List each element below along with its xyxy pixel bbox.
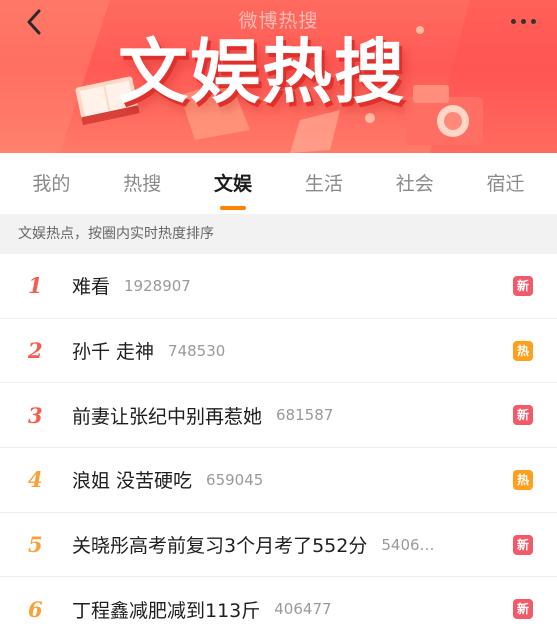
tab-entertainment[interactable]: 文娱 [193,170,273,210]
heat-count: 5406… [381,535,435,554]
list-item[interactable]: 1 难看 1928907 新 [0,254,557,319]
list-item[interactable]: 3 前妻让张纪中别再惹她 681587 新 [0,383,557,449]
heat-count: 1928907 [124,276,191,295]
rank-number: 1 [28,273,43,299]
rank-number: 5 [28,532,43,558]
list-item[interactable]: 5 关晓彤高考前复习3个月考了552分 5406… 新 [0,513,557,578]
item-title: 孙千 走神 [72,341,155,364]
more-button[interactable] [501,6,545,36]
list-item[interactable]: 4 浪姐 没苦硬吃 659045 热 [0,448,557,513]
tab-society[interactable]: 社会 [375,170,455,198]
list-item[interactable]: 6 丁程鑫减肥减到113斤 406477 新 [0,577,557,640]
list-item[interactable]: 2 孙千 走神 748530 热 [0,319,557,384]
more-dots-icon [510,18,516,24]
hot-search-list: 1 难看 1928907 新 2 孙千 走神 748530 热 3 前妻让张纪中… [0,254,557,640]
new-badge-icon: 新 [513,405,533,426]
new-badge-icon: 新 [513,275,533,296]
item-title: 难看 [72,276,111,299]
rank-number: 6 [28,596,43,622]
list-description: 文娱热点，按圈内实时热度排序 [0,214,557,254]
new-badge-icon: 新 [513,534,533,555]
active-tab-indicator [220,205,247,210]
category-tabs: 我的 热搜 文娱 生活 社会 宿迁 [0,153,557,214]
tab-suqian[interactable]: 宿迁 [466,170,546,198]
heat-count: 659045 [206,470,264,489]
item-title: 关晓彤高考前复习3个月考了552分 [72,535,368,558]
heat-count: 748530 [168,341,226,360]
item-title: 丁程鑫减肥减到113斤 [72,599,261,622]
tab-hot-search[interactable]: 热搜 [102,170,182,198]
heat-count: 681587 [276,406,334,425]
tab-mine[interactable]: 我的 [11,170,91,198]
new-badge-icon: 新 [513,599,533,620]
tab-life[interactable]: 生活 [284,170,364,198]
item-title: 前妻让张纪中别再惹她 [72,405,263,428]
hot-badge-icon: 热 [513,340,533,361]
rank-number: 3 [28,402,43,428]
rank-number: 4 [28,467,43,493]
hot-badge-icon: 热 [513,469,533,490]
banner-title: 文娱热搜 [118,31,406,113]
heat-count: 406477 [274,600,332,619]
rank-number: 2 [28,338,43,364]
hot-search-banner: 微博热搜 文娱热搜 [0,0,557,153]
item-title: 浪姐 没苦硬吃 [72,470,193,493]
